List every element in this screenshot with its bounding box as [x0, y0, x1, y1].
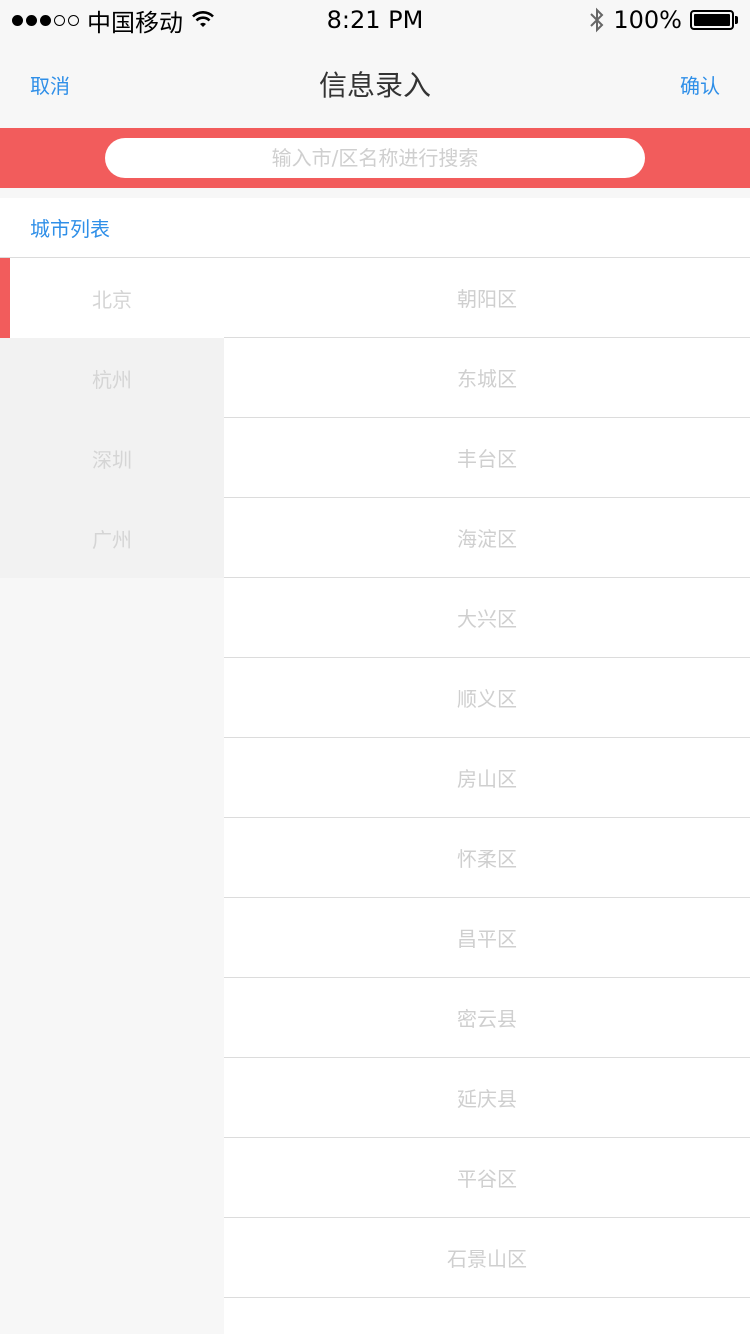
district-item[interactable]: 昌平区	[224, 898, 750, 978]
district-item[interactable]: 朝阳区	[224, 258, 750, 338]
district-item[interactable]: 丰台区	[224, 418, 750, 498]
city-item-guangzhou[interactable]: 广州	[0, 498, 224, 578]
wifi-icon	[192, 11, 214, 27]
battery-icon	[690, 10, 738, 30]
search-band	[0, 128, 750, 188]
city-list: 北京 杭州 深圳 广州	[0, 258, 224, 578]
district-item[interactable]: 石景山区	[224, 1218, 750, 1298]
district-item[interactable]: 海淀区	[224, 498, 750, 578]
carrier-name: 中国移动	[87, 8, 183, 37]
screen: 中国移动 8:21 PM 100% 取消 信息录入 确认 输入市/区名称进行搜索…	[0, 0, 750, 1334]
status-right: 100%	[589, 6, 738, 34]
district-item[interactable]: 大兴区	[224, 578, 750, 658]
signal-dot	[12, 14, 23, 26]
district-item[interactable]: 顺义区	[224, 658, 750, 738]
page-title: 信息录入	[318, 69, 431, 102]
battery-fill	[694, 14, 730, 26]
district-item[interactable]: 平谷区	[224, 1138, 750, 1218]
battery-percent: 100%	[613, 6, 682, 34]
signal-dot	[26, 14, 37, 26]
section-header: 城市列表	[0, 198, 750, 258]
city-item-shenzhen[interactable]: 深圳	[0, 418, 224, 498]
selected-indicator	[0, 258, 10, 338]
district-item[interactable]	[224, 1298, 750, 1334]
battery-cap	[735, 16, 738, 24]
district-item[interactable]: 延庆县	[224, 1058, 750, 1138]
city-label: 广州	[92, 527, 132, 552]
district-list: 朝阳区 东城区 丰台区 海淀区 大兴区 顺义区 房山区 怀柔区 昌平区 密云县 …	[224, 258, 750, 1334]
city-label: 北京	[92, 287, 132, 312]
battery-body	[690, 10, 734, 30]
status-bar: 中国移动 8:21 PM 100%	[0, 0, 750, 40]
district-item[interactable]: 怀柔区	[224, 818, 750, 898]
confirm-button[interactable]: 确认	[680, 40, 720, 128]
signal-dot	[54, 14, 65, 26]
city-item-hangzhou[interactable]: 杭州	[0, 338, 224, 418]
city-label: 深圳	[92, 447, 132, 472]
district-item[interactable]: 东城区	[224, 338, 750, 418]
status-left: 中国移动	[12, 3, 215, 38]
signal-dot	[40, 14, 51, 26]
nav-bar: 取消 信息录入 确认	[0, 40, 750, 128]
district-item[interactable]: 密云县	[224, 978, 750, 1058]
cancel-button[interactable]: 取消	[30, 40, 70, 128]
signal-strength-icon	[12, 14, 79, 26]
signal-dot	[68, 14, 79, 26]
city-label: 杭州	[92, 367, 132, 392]
city-item-beijing[interactable]: 北京	[0, 258, 224, 338]
bluetooth-icon	[590, 7, 604, 33]
district-item[interactable]: 房山区	[224, 738, 750, 818]
search-input[interactable]	[105, 138, 645, 178]
